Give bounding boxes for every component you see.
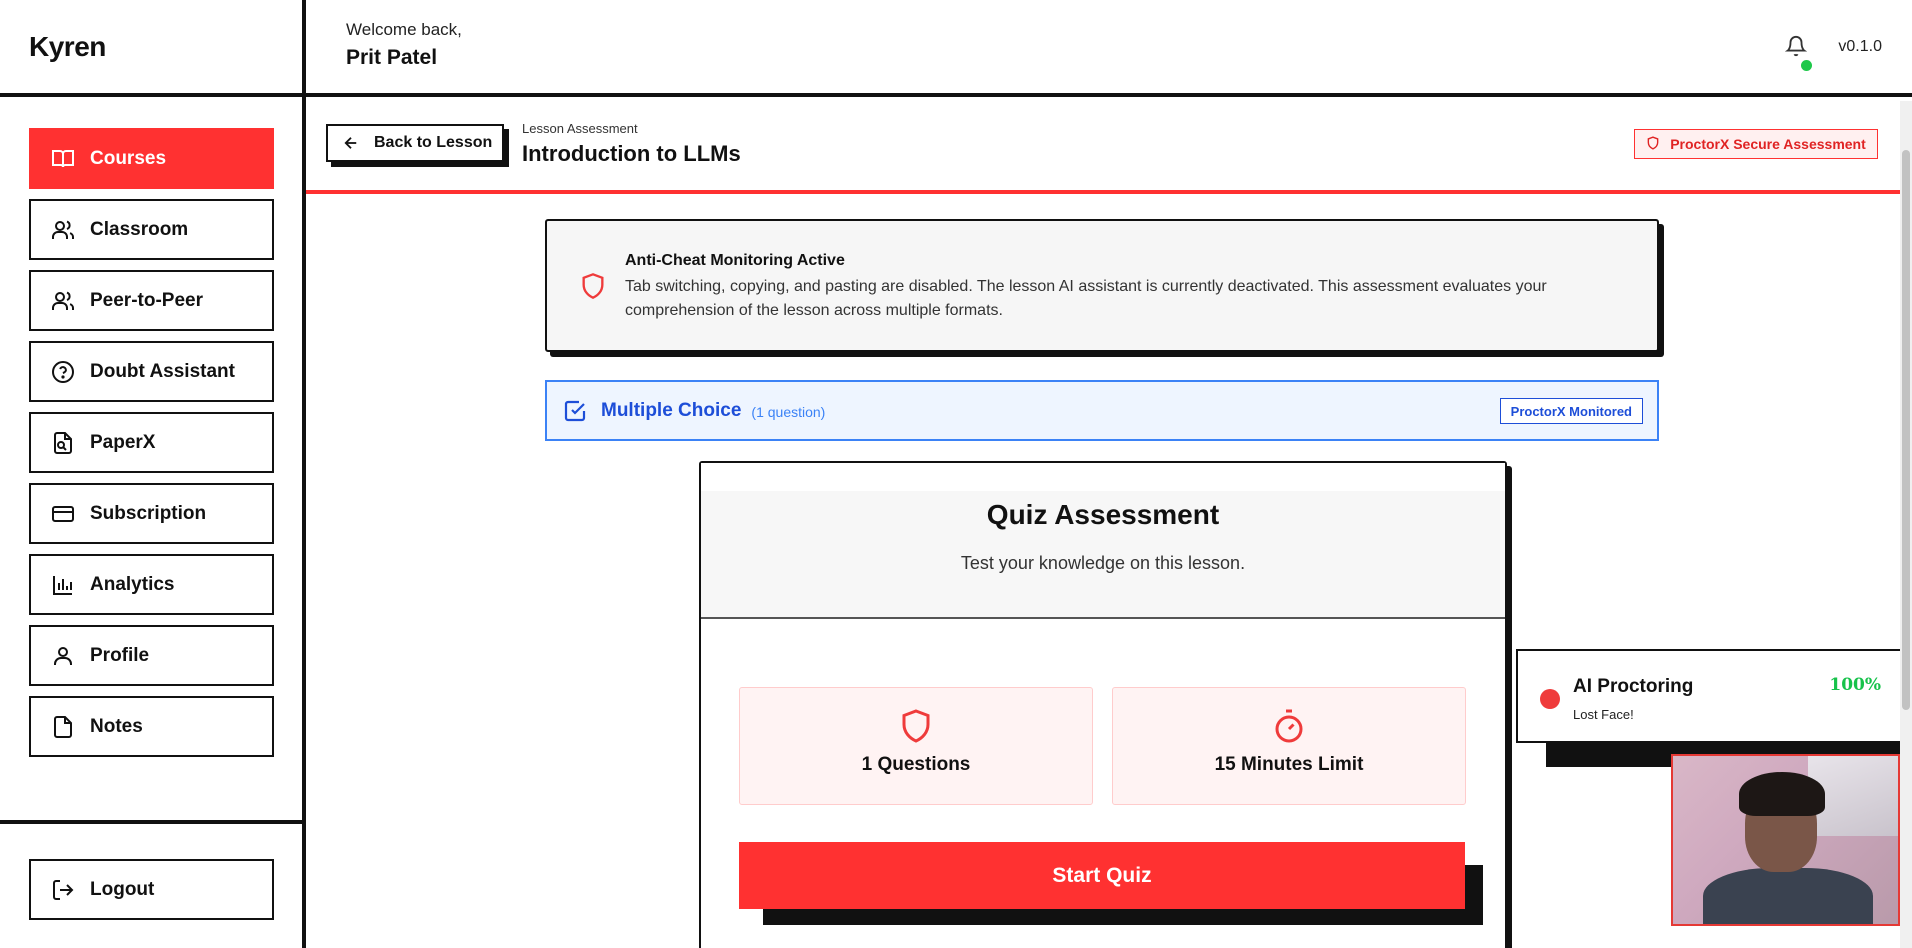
sidebar-item-label: PaperX xyxy=(90,431,156,453)
sidebar-item-label: Doubt Assistant xyxy=(90,360,235,382)
app-version: v0.1.0 xyxy=(1838,38,1882,55)
lesson-header: Back to Lesson Lesson Assessment Introdu… xyxy=(306,97,1912,194)
time-limit-stat: 15 Minutes Limit xyxy=(1112,687,1466,805)
users-icon xyxy=(51,289,75,313)
alert-text: Tab switching, copying, and pasting are … xyxy=(625,278,1547,319)
section-multiple-choice[interactable]: Multiple Choice (1 question) ProctorX Mo… xyxy=(545,380,1659,441)
sidebar-item-courses[interactable]: Courses xyxy=(29,128,274,189)
back-button-label: Back to Lesson xyxy=(374,134,493,151)
logout-icon xyxy=(51,878,75,902)
sidebar-item-classroom[interactable]: Classroom xyxy=(29,199,274,260)
file-search-icon xyxy=(51,431,75,455)
sidebar-item-paperx[interactable]: PaperX xyxy=(29,412,274,473)
sidebar-item-label: Analytics xyxy=(90,573,175,595)
top-header: Welcome back, Prit Patel v0.1.0 xyxy=(306,0,1912,97)
sidebar-item-label: Peer-to-Peer xyxy=(90,289,203,311)
quiz-title: Quiz Assessment xyxy=(986,499,1220,530)
sidebar-item-label: Notes xyxy=(90,715,143,737)
ai-proctoring-panel: AI Proctoring Lost Face! 100% xyxy=(1516,649,1903,743)
recording-status-dot xyxy=(1540,689,1560,709)
alert-title: Anti-Cheat Monitoring Active xyxy=(625,252,845,269)
anti-cheat-alert: Anti-Cheat Monitoring Active Tab switchi… xyxy=(545,219,1659,352)
sidebar-item-label: Courses xyxy=(90,147,167,169)
questions-stat: 1 Questions xyxy=(739,687,1093,805)
time-limit-label: 15 Minutes Limit xyxy=(1214,754,1364,775)
sidebar-item-peer-to-peer[interactable]: Peer-to-Peer xyxy=(29,270,274,331)
sidebar-item-label: Classroom xyxy=(90,218,189,240)
quiz-subtitle: Test your knowledge on this lesson. xyxy=(960,553,1246,573)
webcam-person-body xyxy=(1703,868,1873,924)
file-icon xyxy=(51,715,75,739)
quiz-card: Quiz Assessment Test your knowledge on t… xyxy=(699,461,1507,948)
bell-icon[interactable] xyxy=(1784,34,1808,58)
sidebar: Kyren Courses Classroom Peer-to-Peer Dou… xyxy=(0,0,306,948)
section-title: Multiple Choice xyxy=(601,399,742,421)
proctoring-score: 100% xyxy=(1829,675,1881,695)
credit-card-icon xyxy=(51,502,75,526)
start-quiz-button[interactable]: Start Quiz xyxy=(739,842,1465,909)
welcome-text: Welcome back, xyxy=(346,20,462,39)
online-status-dot xyxy=(1801,60,1812,71)
sidebar-nav: Courses Classroom Peer-to-Peer Doubt Ass… xyxy=(29,128,274,767)
sidebar-item-label: Subscription xyxy=(90,502,207,524)
sidebar-item-profile[interactable]: Profile xyxy=(29,625,274,686)
users-icon xyxy=(51,218,75,242)
proctoring-status: Lost Face! xyxy=(1573,707,1634,722)
sidebar-item-doubt-assistant[interactable]: Doubt Assistant xyxy=(29,341,274,402)
sidebar-item-analytics[interactable]: Analytics xyxy=(29,554,274,615)
back-to-lesson-button[interactable]: Back to Lesson xyxy=(326,124,504,162)
book-open-icon xyxy=(51,147,75,171)
timer-icon xyxy=(1271,708,1307,744)
sidebar-item-subscription[interactable]: Subscription xyxy=(29,483,274,544)
shield-icon xyxy=(1646,135,1660,153)
proctoring-title: AI Proctoring xyxy=(1573,676,1694,697)
monitored-badge: ProctorX Monitored xyxy=(1499,398,1643,424)
webcam-preview xyxy=(1671,754,1900,926)
brand-logo[interactable]: Kyren xyxy=(0,0,302,97)
sidebar-item-notes[interactable]: Notes xyxy=(29,696,274,757)
secure-assessment-badge: ProctorX Secure Assessment xyxy=(1634,129,1878,159)
logout-label: Logout xyxy=(90,878,155,900)
check-square-icon xyxy=(563,399,587,423)
shield-icon xyxy=(579,271,607,301)
section-count: (1 question) xyxy=(751,404,826,420)
questions-label: 1 Questions xyxy=(861,754,971,775)
sidebar-item-label: Profile xyxy=(90,644,150,666)
arrow-left-icon xyxy=(342,134,360,152)
logout-button[interactable]: Logout xyxy=(29,859,274,920)
user-name: Prit Patel xyxy=(346,46,438,69)
page-title: Introduction to LLMs xyxy=(522,141,741,166)
sidebar-footer: Logout xyxy=(0,820,302,948)
user-icon xyxy=(51,644,75,668)
secure-badge-label: ProctorX Secure Assessment xyxy=(1670,136,1866,152)
scrollbar-thumb[interactable] xyxy=(1902,150,1910,710)
lesson-kicker: Lesson Assessment xyxy=(522,121,638,136)
webcam-person-hair xyxy=(1739,772,1825,816)
bar-chart-icon xyxy=(51,573,75,597)
shield-icon xyxy=(898,708,934,744)
help-circle-icon xyxy=(51,360,75,384)
quiz-header: Quiz Assessment Test your knowledge on t… xyxy=(701,463,1505,619)
